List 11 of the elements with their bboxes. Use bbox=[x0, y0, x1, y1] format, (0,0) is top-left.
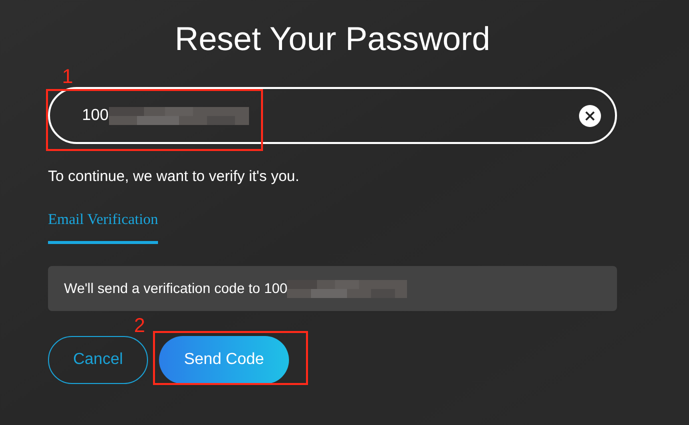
cancel-button[interactable]: Cancel bbox=[48, 336, 148, 384]
verification-tab[interactable]: Email Verification bbox=[48, 208, 158, 244]
clear-icon[interactable] bbox=[579, 104, 601, 126]
send-code-button[interactable]: Send Code bbox=[159, 336, 289, 384]
account-input-field[interactable]: 100 bbox=[48, 87, 617, 144]
info-text: We'll send a verification code to 100 bbox=[64, 279, 288, 298]
annotation-number: 1 bbox=[62, 65, 74, 90]
verify-prompt: To continue, we want to verify it's you. bbox=[48, 167, 300, 187]
account-value: 100 bbox=[82, 106, 109, 126]
annotation-number: 2 bbox=[134, 314, 146, 339]
page-title: Reset Your Password bbox=[174, 22, 490, 55]
